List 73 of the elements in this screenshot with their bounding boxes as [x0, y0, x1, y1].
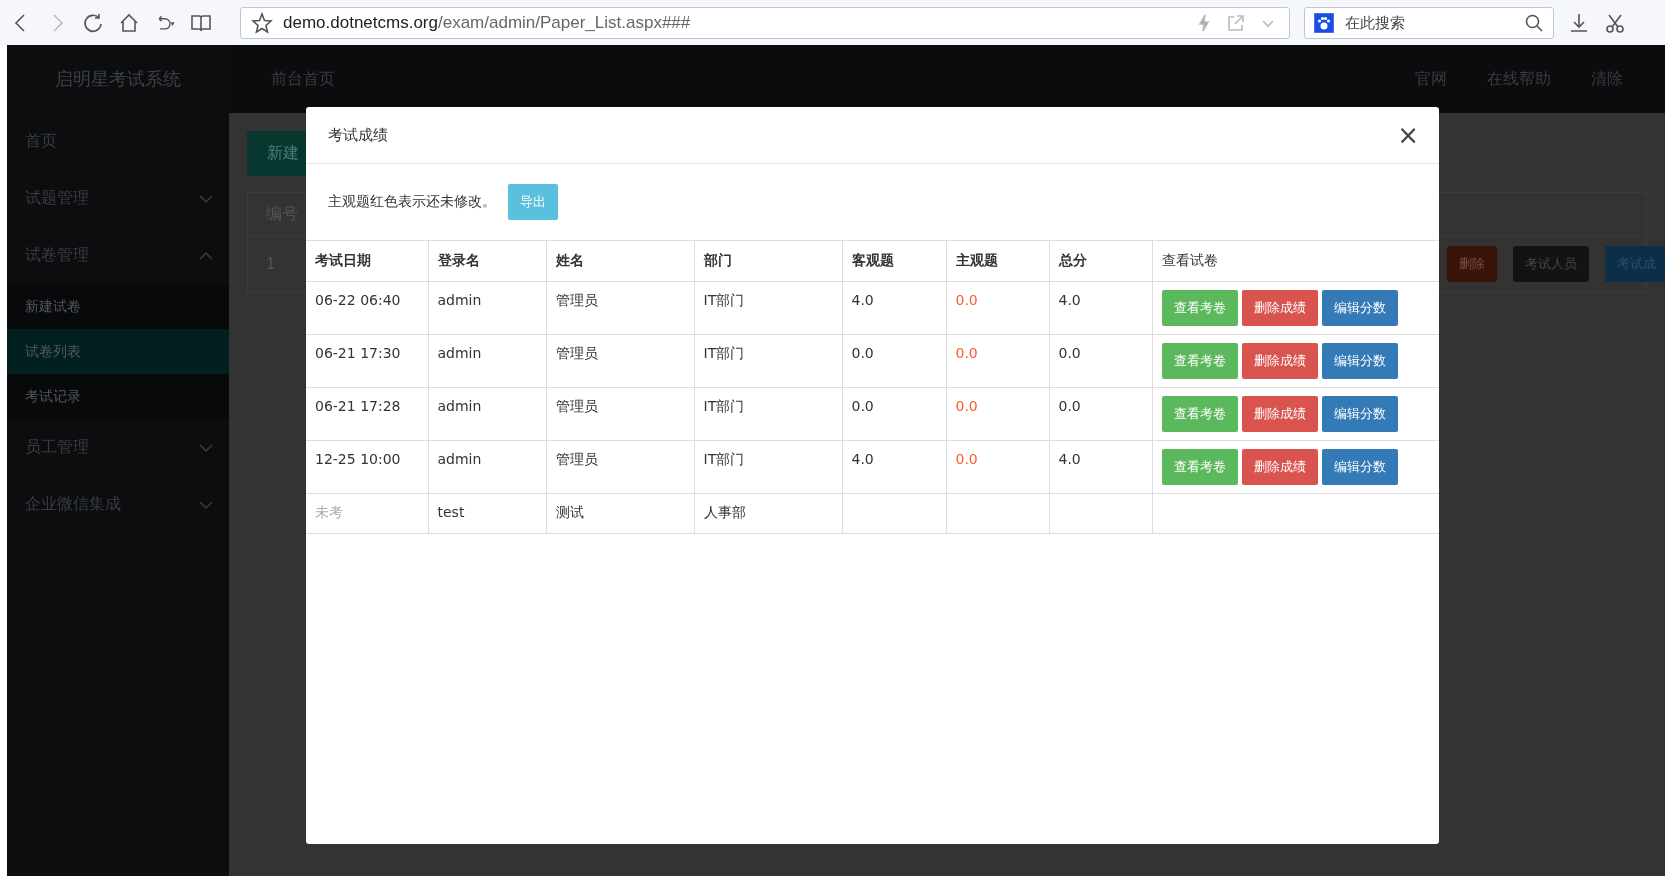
- table-cell: 4.0: [842, 440, 946, 494]
- table-cell: 0.0: [946, 440, 1049, 494]
- sidebar-subitem[interactable]: 新建试卷: [7, 284, 229, 329]
- export-button[interactable]: 导出: [508, 184, 558, 220]
- dialog-title: 考试成绩: [328, 125, 388, 145]
- table-cell: admin: [428, 440, 546, 494]
- column-header: 客观题: [842, 240, 946, 282]
- chevron-up-icon: [199, 250, 213, 261]
- table-cell: admin: [428, 281, 546, 335]
- column-header: 部门: [694, 240, 842, 282]
- table-cell: 管理员: [546, 440, 694, 494]
- search-field[interactable]: 在此搜索: [1343, 13, 1515, 32]
- address-bar[interactable]: demo.dotnetcms.org/exam/admin/Paper_List.aspx###: [240, 6, 1290, 39]
- chevron-down-icon: [199, 499, 213, 510]
- column-header: 查看试卷: [1152, 240, 1439, 282]
- table-cell: 0.0: [1049, 387, 1152, 441]
- table-cell: 管理员: [546, 281, 694, 335]
- table-cell: 4.0: [1049, 281, 1152, 335]
- table-cell: test: [428, 493, 546, 534]
- table-cell: 06-21 17:28: [306, 387, 428, 441]
- column-header: 总分: [1049, 240, 1152, 282]
- delete-score-button[interactable]: 删除成绩: [1241, 396, 1318, 432]
- table-cell: 未考: [306, 493, 428, 534]
- home-icon[interactable]: [118, 11, 140, 34]
- sidebar-subitem[interactable]: 考试记录: [7, 374, 229, 419]
- chevron-down-icon: [199, 193, 213, 204]
- table-cell: 0.0: [946, 334, 1049, 388]
- close-button[interactable]: ×: [1397, 122, 1419, 148]
- table-cell: admin: [428, 334, 546, 388]
- table-cell: IT部门: [694, 334, 842, 388]
- column-header: 主观题: [946, 240, 1049, 282]
- reload-icon[interactable]: [82, 11, 104, 34]
- table-cell: IT部门: [694, 387, 842, 441]
- table-cell: 测试: [546, 493, 694, 534]
- row-action-button[interactable]: 删除: [1447, 246, 1497, 282]
- table-cell: 0.0: [946, 387, 1049, 441]
- chevron-down-icon: [199, 442, 213, 453]
- table-cell: 4.0: [842, 281, 946, 335]
- edit-score-button[interactable]: 编辑分数: [1321, 343, 1398, 379]
- column-header: 考试日期: [306, 240, 428, 282]
- url-text: demo.dotnetcms.org/exam/admin/Paper_List.aspx###: [283, 12, 692, 33]
- delete-score-button[interactable]: 删除成绩: [1241, 449, 1318, 485]
- star-icon[interactable]: [251, 11, 273, 34]
- table-cell: 0.0: [1049, 334, 1152, 388]
- table-cell: 06-21 17:30: [306, 334, 428, 388]
- table-cell: 4.0: [1049, 440, 1152, 494]
- table-cell: 管理员: [546, 334, 694, 388]
- edit-score-button[interactable]: 编辑分数: [1321, 449, 1398, 485]
- edit-score-button[interactable]: 编辑分数: [1321, 290, 1398, 326]
- table-cell: IT部门: [694, 281, 842, 335]
- table-cell: admin: [428, 387, 546, 441]
- column-header: 登录名: [428, 240, 546, 282]
- delete-score-button[interactable]: 删除成绩: [1241, 290, 1318, 326]
- view-paper-button[interactable]: 查看考卷: [1161, 343, 1238, 379]
- edit-score-button[interactable]: 编辑分数: [1321, 396, 1398, 432]
- paw-icon[interactable]: [1313, 11, 1335, 34]
- column-header: 姓名: [546, 240, 694, 282]
- download-icon[interactable]: [1568, 11, 1590, 34]
- table-cell: 0.0: [842, 334, 946, 388]
- view-paper-button[interactable]: 查看考卷: [1161, 396, 1238, 432]
- table-cell: 06-22 06:40: [306, 281, 428, 335]
- delete-score-button[interactable]: 删除成绩: [1241, 343, 1318, 379]
- note-text: 主观题红色表示还未修改。: [328, 193, 496, 211]
- table-cell: 12-25 10:00: [306, 440, 428, 494]
- table-cell: 0.0: [946, 281, 1049, 335]
- table-cell: 管理员: [546, 387, 694, 441]
- sidebar-subitem[interactable]: 试卷列表: [7, 329, 229, 374]
- view-paper-button[interactable]: 查看考卷: [1161, 449, 1238, 485]
- table-cell: 0.0: [842, 387, 946, 441]
- table-cell: IT部门: [694, 440, 842, 494]
- table-cell: 人事部: [694, 493, 842, 534]
- search-bar[interactable]: 在此搜索: [1304, 6, 1554, 39]
- view-paper-button[interactable]: 查看考卷: [1161, 290, 1238, 326]
